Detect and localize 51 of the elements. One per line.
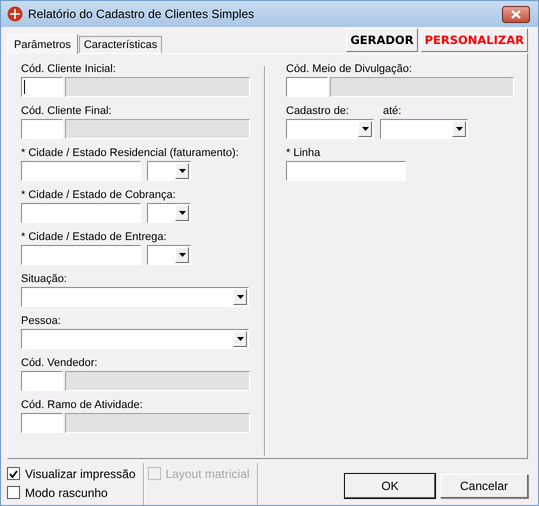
- close-icon: [511, 10, 521, 18]
- date-dropdown[interactable]: [380, 119, 468, 139]
- app-logo-icon: [7, 6, 23, 22]
- dropdown-arrow-icon: [178, 253, 186, 257]
- field-label: Cód. Meio de Divulgação:: [286, 62, 413, 76]
- code-input[interactable]: [21, 371, 63, 391]
- checkbox[interactable]: [7, 467, 20, 480]
- checkbox[interactable]: [7, 486, 20, 499]
- field-label: Cód. Cliente Final:: [21, 104, 112, 118]
- close-button[interactable]: [502, 6, 530, 22]
- state-dropdown[interactable]: [147, 161, 191, 181]
- field-label: * Cidade / Estado de Entrega:: [21, 230, 168, 244]
- dropdown-arrow-icon: [236, 337, 244, 341]
- state-dropdown[interactable]: [147, 203, 191, 223]
- field-label: até:: [383, 104, 402, 118]
- field-label: Pessoa:: [21, 314, 62, 328]
- code-input[interactable]: [21, 413, 63, 433]
- field-label: * Cidade / Estado de Cobrança:: [21, 188, 177, 202]
- checkbox-option[interactable]: Modo rascunho: [7, 485, 136, 500]
- tab[interactable]: Características: [78, 36, 162, 53]
- city-input[interactable]: [21, 161, 141, 181]
- tab[interactable]: Parâmetros: [7, 34, 78, 54]
- field-label: Cód. Ramo de Atividade:: [21, 398, 144, 412]
- text-input[interactable]: [286, 161, 406, 181]
- code-input[interactable]: [286, 77, 328, 97]
- dropdown[interactable]: [21, 287, 249, 307]
- dropdown-arrow-icon: [178, 211, 186, 215]
- field-label: Situação:: [21, 272, 68, 286]
- code-input[interactable]: [21, 77, 63, 97]
- code-input[interactable]: [21, 119, 63, 139]
- dropdown-arrow-icon: [178, 169, 186, 173]
- field-label: * Cidade / Estado Residencial (faturamento):: [21, 146, 240, 160]
- field-label: * Linha: [286, 146, 322, 160]
- dropdown-arrow-icon: [456, 127, 462, 131]
- generator-button[interactable]: GERADOR: [346, 28, 418, 52]
- city-input[interactable]: [21, 245, 141, 265]
- cancel-button[interactable]: Cancelar: [440, 474, 528, 498]
- city-input[interactable]: [21, 203, 141, 223]
- ok-button[interactable]: OK: [345, 474, 435, 498]
- dropdown-arrow-icon: [236, 295, 244, 299]
- check-icon: [9, 470, 18, 478]
- state-dropdown[interactable]: [147, 245, 191, 265]
- field-label: Cadastro de:: [286, 104, 350, 118]
- dropdown[interactable]: [21, 329, 249, 349]
- field-label: Cód. Cliente Inicial:: [21, 62, 117, 76]
- field-label: Cód. Vendedor:: [21, 356, 98, 370]
- date-dropdown[interactable]: [286, 119, 374, 139]
- personalize-button[interactable]: PERSONALIZAR: [420, 28, 528, 52]
- window-title: Relatório do Cadastro de Clientes Simples: [28, 7, 256, 21]
- checkbox-option[interactable]: Visualizar impressão: [7, 466, 136, 481]
- dropdown-arrow-icon: [362, 127, 368, 131]
